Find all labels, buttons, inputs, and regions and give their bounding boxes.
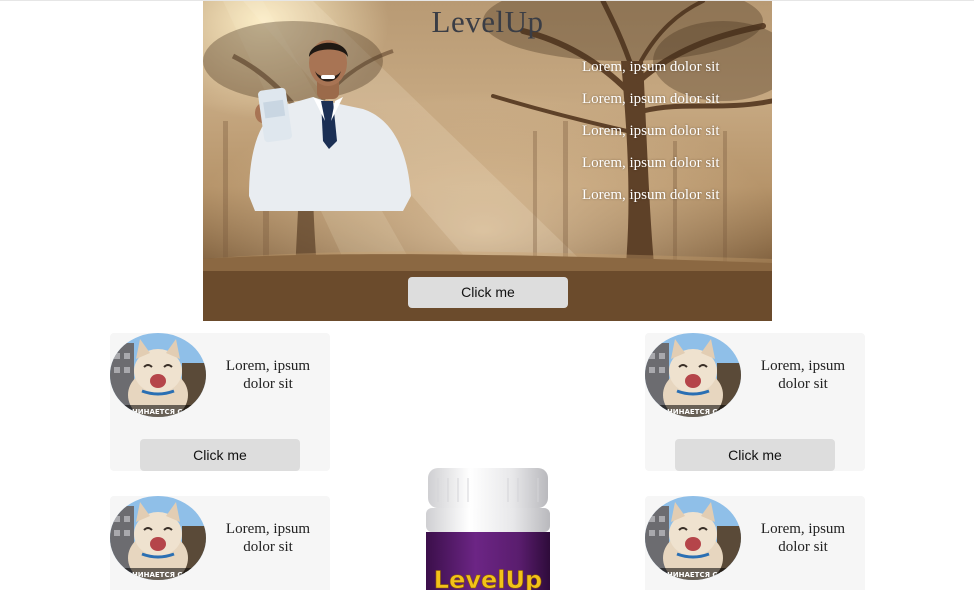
product-card: НАЧИНАЕТСЯ С УТ Lorem, ipsum dolor sit bbox=[645, 496, 865, 590]
hero-list-item: Lorem, ipsum dolor sit bbox=[582, 91, 720, 107]
cat-avatar-image: НАЧИНАЕТСЯ С УТ bbox=[645, 333, 741, 417]
hero-list-item: Lorem, ipsum dolor sit bbox=[582, 123, 720, 139]
jar-label-text: LevelUp bbox=[434, 566, 542, 590]
product-card: НАЧИНАЕТСЯ С УТ Lorem, ipsum dolor sit bbox=[110, 496, 330, 590]
card-click-button[interactable]: Click me bbox=[140, 439, 300, 471]
svg-text:НАЧИНАЕТСЯ С УТ: НАЧИНАЕТСЯ С УТ bbox=[121, 408, 196, 416]
card-text: Lorem, ipsum dolor sit bbox=[760, 358, 846, 392]
hero-list-item: Lorem, ipsum dolor sit bbox=[582, 155, 720, 171]
cat-avatar-image: НАЧИНАЕТСЯ С УТ bbox=[110, 496, 206, 580]
card-text: Lorem, ipsum dolor sit bbox=[760, 521, 846, 555]
hero-banner: LevelUp Lorem, ipsum dolor sit Lorem, ip… bbox=[203, 1, 772, 321]
cat-avatar-image: НАЧИНАЕТСЯ С УТ bbox=[110, 333, 206, 417]
hero-click-button[interactable]: Click me bbox=[408, 277, 568, 308]
card-click-button[interactable]: Click me bbox=[675, 439, 835, 471]
product-card: НАЧИНАЕТСЯ С УТ Lorem, ipsum dolor sit C… bbox=[110, 333, 330, 471]
brand-title: LevelUp bbox=[431, 4, 544, 39]
cat-avatar-image: НАЧИНАЕТСЯ С УТ bbox=[645, 496, 741, 580]
card-text: Lorem, ipsum dolor sit bbox=[225, 358, 311, 392]
card-text: Lorem, ipsum dolor sit bbox=[225, 521, 311, 555]
product-jar-image: LevelUp bbox=[424, 466, 552, 590]
hero-feature-list: Lorem, ipsum dolor sit Lorem, ipsum dolo… bbox=[582, 55, 720, 215]
product-card: НАЧИНАЕТСЯ С УТ Lorem, ipsum dolor sit C… bbox=[645, 333, 865, 471]
svg-text:НАЧИНАЕТСЯ С УТ: НАЧИНАЕТСЯ С УТ bbox=[121, 571, 196, 579]
hero-list-item: Lorem, ipsum dolor sit bbox=[582, 187, 720, 203]
svg-text:НАЧИНАЕТСЯ С УТ: НАЧИНАЕТСЯ С УТ bbox=[656, 408, 731, 416]
svg-text:НАЧИНАЕТСЯ С УТ: НАЧИНАЕТСЯ С УТ bbox=[656, 571, 731, 579]
hero-list-item: Lorem, ipsum dolor sit bbox=[582, 59, 720, 75]
